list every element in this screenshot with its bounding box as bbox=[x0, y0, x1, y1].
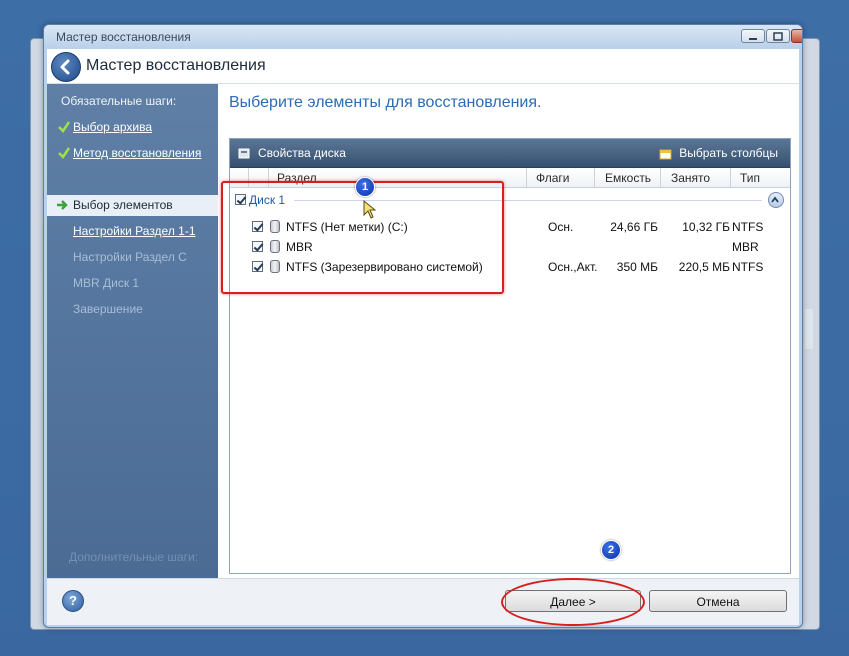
column-capacity[interactable]: Емкость bbox=[605, 171, 651, 185]
annotation-ellipse bbox=[501, 578, 645, 626]
checkmark-icon bbox=[58, 121, 71, 133]
columns-icon bbox=[659, 149, 672, 160]
arrow-left-icon bbox=[60, 59, 70, 75]
annotation-box bbox=[221, 181, 504, 294]
partition-type: MBR bbox=[732, 240, 759, 254]
disk-properties-icon bbox=[238, 148, 250, 159]
partition-flags: Осн. bbox=[548, 220, 574, 234]
disk-properties-label: Свойства диска bbox=[258, 146, 346, 160]
main-panel: Выберите элементы для восстановления. Св… bbox=[218, 84, 799, 578]
title-bar: Мастер восстановления bbox=[44, 25, 802, 47]
wizard-header: Мастер восстановления bbox=[47, 49, 799, 84]
partition-capacity: 24,66 ГБ bbox=[610, 220, 658, 234]
partition-type: NTFS bbox=[732, 260, 764, 274]
column-type[interactable]: Тип bbox=[740, 171, 760, 185]
collapse-group-button[interactable] bbox=[768, 192, 784, 208]
partition-capacity: 350 МБ bbox=[616, 260, 658, 274]
step-settings-partition-1-1[interactable]: Настройки Раздел 1-1 bbox=[47, 221, 218, 241]
help-button[interactable]: ? bbox=[62, 590, 84, 612]
step-select-archive[interactable]: Выбор архива bbox=[47, 117, 218, 137]
mouse-cursor-icon bbox=[363, 200, 377, 219]
partition-type: NTFS bbox=[732, 220, 764, 234]
step-label: Настройки Раздел C bbox=[73, 250, 187, 264]
arrow-right-icon bbox=[57, 200, 68, 210]
wizard-title: Мастер восстановления bbox=[86, 57, 266, 74]
wizard-footer: ? Далее > Отмена bbox=[47, 578, 799, 625]
step-label: Метод восстановления bbox=[73, 146, 202, 160]
page-heading: Выберите элементы для восстановления. bbox=[229, 94, 542, 111]
window-title: Мастер восстановления bbox=[56, 30, 191, 44]
step-mbr-disk-1: MBR Диск 1 bbox=[47, 273, 218, 293]
steps-header: Обязательные шаги: bbox=[61, 94, 177, 108]
column-flags[interactable]: Флаги bbox=[536, 171, 569, 185]
annotation-badge-1: 1 bbox=[355, 177, 375, 197]
step-label: MBR Диск 1 bbox=[73, 276, 140, 290]
step-select-items[interactable]: Выбор элементов bbox=[47, 195, 218, 216]
list-toolbar: Свойства диска Выбрать столбцы bbox=[230, 139, 790, 168]
column-used[interactable]: Занято bbox=[671, 171, 710, 185]
step-settings-partition-c: Настройки Раздел C bbox=[47, 247, 218, 267]
checkmark-icon bbox=[58, 147, 71, 159]
minimize-button[interactable] bbox=[741, 29, 765, 43]
step-label: Настройки Раздел 1-1 bbox=[73, 224, 196, 238]
choose-columns-button[interactable]: Выбрать столбцы bbox=[659, 146, 778, 160]
partition-used: 10,32 ГБ bbox=[682, 220, 730, 234]
steps-sidebar: Обязательные шаги: Выбор архива Метод во… bbox=[47, 84, 218, 578]
partition-used: 220,5 МБ bbox=[678, 260, 730, 274]
step-label: Выбор элементов bbox=[73, 198, 173, 212]
chevron-up-icon bbox=[771, 196, 779, 203]
restore-wizard-window: Мастер восстановления Мастер восстановле… bbox=[43, 24, 803, 628]
maximize-button[interactable] bbox=[766, 29, 790, 43]
partition-flags: Осн.,Акт. bbox=[548, 260, 598, 274]
cancel-button[interactable]: Отмена bbox=[649, 590, 787, 612]
optional-steps-header: Дополнительные шаги: bbox=[69, 550, 199, 564]
step-restore-method[interactable]: Метод восстановления bbox=[47, 143, 218, 163]
annotation-badge-2: 2 bbox=[601, 540, 621, 560]
disk-properties-button[interactable]: Свойства диска bbox=[238, 146, 346, 160]
back-button[interactable] bbox=[51, 52, 81, 82]
close-button[interactable] bbox=[791, 29, 802, 43]
step-label: Завершение bbox=[73, 302, 143, 316]
step-label: Выбор архива bbox=[73, 120, 153, 134]
step-finish: Завершение bbox=[47, 299, 218, 319]
choose-columns-label: Выбрать столбцы bbox=[679, 146, 778, 160]
